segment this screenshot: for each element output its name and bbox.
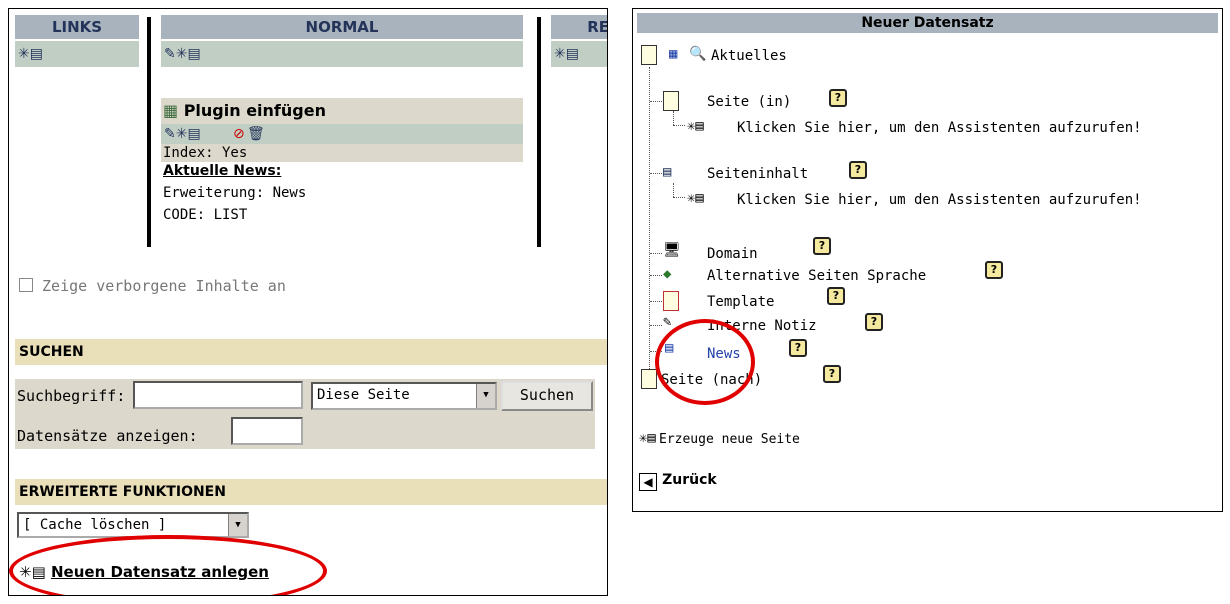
help-icon[interactable]: ?	[823, 365, 841, 383]
search-button[interactable]: Suchen	[501, 381, 593, 411]
tree-line	[673, 111, 674, 125]
hide-icon[interactable]: ⊘	[233, 126, 245, 142]
plugin-title: ▦ Plugin einfügen	[163, 101, 326, 120]
search-input[interactable]	[133, 381, 303, 409]
search-icon[interactable]: 🔍	[689, 45, 706, 63]
new-record-panel: Neuer Datensatz ▦ 🔍 Aktuelles Seite (in)…	[632, 8, 1223, 512]
page-in-label[interactable]: Seite (in)	[707, 93, 791, 111]
column-right-bar: ✳▤	[551, 41, 607, 67]
domain-label[interactable]: Domain	[707, 245, 758, 263]
records-input[interactable]	[231, 417, 303, 445]
column-divider	[537, 17, 541, 247]
page-icon	[641, 45, 657, 65]
domain-icon[interactable]: 🖥	[663, 241, 681, 259]
page-module-panel: LINKS ✳▤ NORMAL ✎✳▤ ▦ Plugin einfügen ✎✳…	[8, 8, 608, 596]
show-hidden-row: Zeige verborgene Inhalte an	[19, 277, 286, 295]
plugin-toolbar: ✎✳▤ ⊘ 🗑	[161, 124, 523, 144]
section-search: SUCHEN	[15, 339, 607, 365]
help-icon[interactable]: ?	[865, 313, 883, 331]
create-page-icon[interactable]: ✳▤	[639, 429, 656, 447]
delete-icon[interactable]: 🗑	[247, 126, 265, 142]
page-in-icon[interactable]	[663, 91, 679, 111]
wizard-link-page[interactable]: Klicken Sie hier, um den Assistenten auf…	[737, 119, 1142, 137]
help-icon[interactable]: ?	[829, 89, 847, 107]
tree-branch	[650, 101, 662, 102]
panel-title: Neuer Datensatz	[637, 13, 1218, 33]
highlight-circle	[655, 319, 755, 405]
tree-line	[673, 183, 674, 197]
tree-line	[649, 67, 650, 377]
wizard-icon[interactable]: ✳▤	[687, 117, 704, 135]
help-icon[interactable]: ?	[813, 237, 831, 255]
plugin-code: CODE: LIST	[163, 207, 248, 223]
edit-new-content-icon[interactable]: ✎✳▤	[164, 46, 201, 62]
arrow-left-icon: ◀	[639, 473, 657, 491]
column-header-right: RE	[551, 15, 607, 39]
new-content-icon[interactable]: ✳▤	[18, 46, 43, 62]
column-header-normal: NORMAL	[161, 15, 523, 39]
new-content-icon[interactable]: ✳▤	[554, 46, 579, 62]
template-icon[interactable]	[663, 291, 679, 311]
tree-branch	[673, 197, 685, 198]
plugin-content-element: ▦ Plugin einfügen ✎✳▤ ⊘ 🗑 Index: Yes	[161, 98, 523, 162]
alt-language-label[interactable]: Alternative Seiten Sprache	[707, 267, 926, 285]
content-label[interactable]: Seiteninhalt	[707, 165, 808, 183]
page-after-icon[interactable]	[641, 369, 657, 389]
tree-branch	[650, 275, 662, 276]
language-icon[interactable]: ◆	[663, 265, 671, 283]
show-hidden-checkbox[interactable]	[19, 278, 33, 292]
column-divider	[147, 17, 151, 247]
column-links-bar: ✳▤	[15, 41, 139, 67]
search-scope-select[interactable]: Diese Seite ▼	[311, 382, 497, 410]
plugin-news-heading[interactable]: Aktuelle News:	[163, 162, 281, 180]
help-icon[interactable]: ?	[849, 161, 867, 179]
help-icon[interactable]: ?	[789, 339, 807, 357]
tree-branch	[673, 125, 685, 126]
tree-branch	[650, 253, 662, 254]
help-icon[interactable]: ?	[985, 261, 1003, 279]
tree-branch	[650, 301, 662, 302]
help-icon[interactable]: ?	[827, 287, 845, 305]
cache-select[interactable]: [ Cache löschen ] ▼	[17, 512, 249, 538]
tree-branch	[650, 325, 662, 326]
column-normal-bar: ✎✳▤	[161, 41, 523, 67]
search-term-label: Suchbegriff:	[17, 387, 126, 405]
back-button[interactable]: ◀ Zurück	[639, 471, 717, 491]
records-label: Datensätze anzeigen:	[17, 427, 198, 445]
template-label[interactable]: Template	[707, 293, 774, 311]
column-header-links: LINKS	[15, 15, 139, 39]
content-icon[interactable]: ▤	[663, 163, 671, 181]
plugin-extension: Erweiterung: News	[163, 185, 307, 201]
plugin-icon: ▦	[163, 101, 179, 120]
wizard-link-content[interactable]: Klicken Sie hier, um den Assistenten auf…	[737, 191, 1142, 209]
plugin-index: Index: Yes	[163, 145, 248, 161]
root-page-label: Aktuelles	[711, 48, 787, 64]
chevron-down-icon[interactable]: ▼	[228, 514, 247, 536]
list-icon[interactable]: ▦	[669, 45, 677, 63]
create-page-link[interactable]: Erzeuge neue Seite	[659, 431, 800, 449]
section-advanced: ERWEITERTE FUNKTIONEN	[15, 479, 607, 505]
note-icon[interactable]: ✎	[663, 313, 671, 331]
chevron-down-icon[interactable]: ▼	[476, 384, 495, 408]
tree-branch	[650, 173, 662, 174]
edit-icon[interactable]: ✎✳▤	[164, 126, 201, 142]
wizard-icon[interactable]: ✳▤	[687, 189, 704, 207]
show-hidden-label: Zeige verborgene Inhalte an	[42, 277, 286, 295]
highlight-circle	[9, 535, 327, 595]
